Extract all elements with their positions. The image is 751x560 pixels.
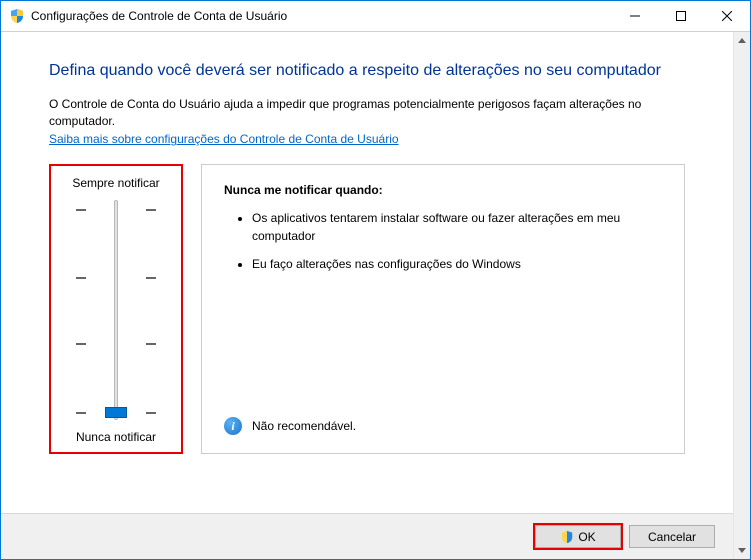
slider-tick (146, 412, 156, 414)
info-panel: Nunca me notificar quando: Os aplicativo… (201, 164, 685, 454)
info-panel-title: Nunca me notificar quando: (224, 183, 662, 197)
page-heading: Defina quando você deverá ser notificado… (49, 60, 685, 82)
notification-slider[interactable] (76, 200, 156, 420)
notification-slider-container: Sempre notificar Nunca notificar (49, 164, 183, 454)
scroll-up-arrow-icon[interactable] (734, 32, 750, 49)
window-controls (612, 1, 750, 31)
slider-tick (76, 209, 86, 211)
titlebar: Configurações de Controle de Conta de Us… (1, 1, 750, 32)
slider-tick (146, 343, 156, 345)
vertical-scrollbar[interactable] (733, 32, 750, 559)
page-subtext: O Controle de Conta do Usuário ajuda a i… (49, 96, 685, 131)
window-title: Configurações de Controle de Conta de Us… (31, 9, 612, 23)
slider-tick (146, 277, 156, 279)
learn-more-link[interactable]: Saiba mais sobre configurações do Contro… (49, 132, 399, 146)
dialog-footer: OK Cancelar (1, 513, 733, 559)
ok-button[interactable]: OK (535, 525, 621, 548)
ok-button-label: OK (578, 530, 595, 544)
slider-tick (76, 412, 86, 414)
info-footer-text: Não recomendável. (252, 419, 356, 433)
cancel-button[interactable]: Cancelar (629, 525, 715, 548)
slider-label-never: Nunca notificar (63, 430, 169, 444)
slider-tick (76, 343, 86, 345)
slider-thumb[interactable] (105, 407, 127, 418)
shield-icon (9, 8, 25, 24)
info-list-item: Os aplicativos tentarem instalar softwar… (252, 209, 662, 245)
cancel-button-label: Cancelar (648, 530, 696, 544)
slider-label-always: Sempre notificar (63, 176, 169, 190)
close-button[interactable] (704, 1, 750, 31)
info-icon: i (224, 417, 242, 435)
slider-rail (114, 200, 118, 420)
slider-tick (76, 277, 86, 279)
scroll-track[interactable] (734, 49, 750, 542)
minimize-button[interactable] (612, 1, 658, 31)
maximize-button[interactable] (658, 1, 704, 31)
info-list-item: Eu faço alterações nas configurações do … (252, 255, 662, 273)
slider-tick (146, 209, 156, 211)
content-area: Defina quando você deverá ser notificado… (1, 32, 733, 559)
scroll-down-arrow-icon[interactable] (734, 542, 750, 559)
info-footer: i Não recomendável. (224, 417, 356, 435)
shield-icon (560, 530, 574, 544)
